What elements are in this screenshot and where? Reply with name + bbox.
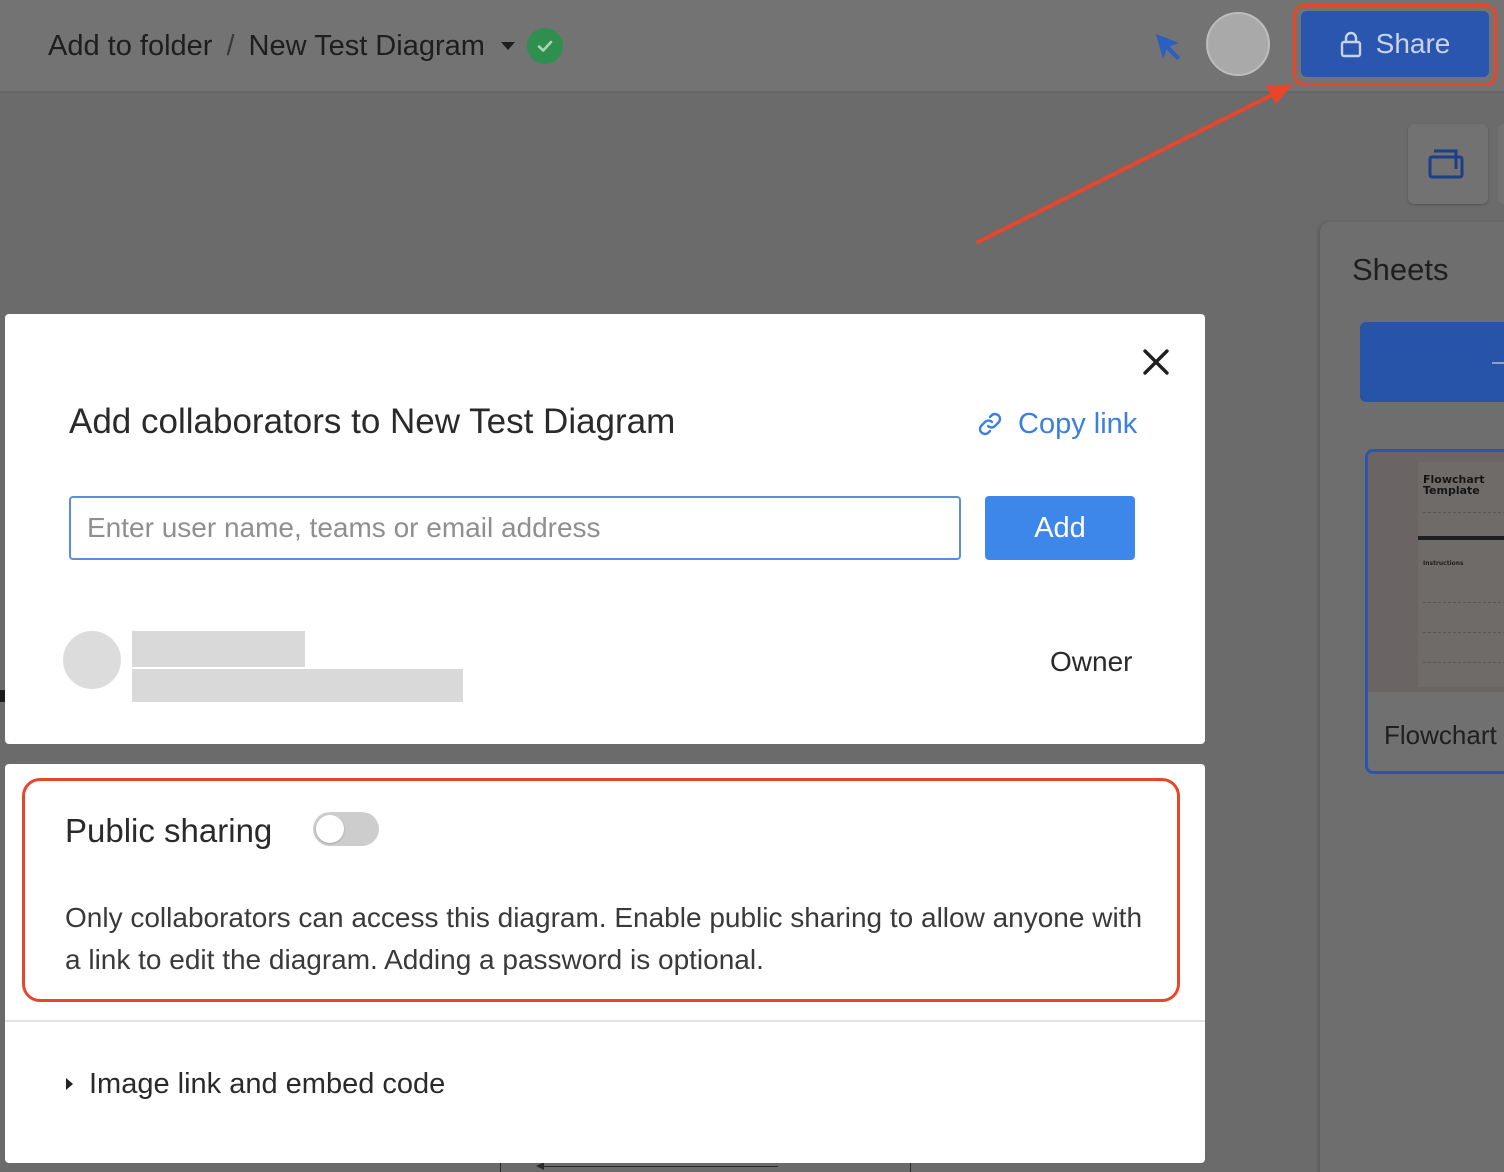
dialog-gap xyxy=(5,744,1205,764)
collaborator-name-redacted xyxy=(132,631,305,667)
public-sharing-toggle[interactable] xyxy=(313,812,379,846)
toggle-knob xyxy=(316,815,344,843)
collaborator-avatar xyxy=(63,631,121,689)
top-bar: Add to folder / New Test Diagram Share xyxy=(0,0,1504,93)
divider xyxy=(5,1020,1205,1022)
collaborator-email-redacted xyxy=(132,669,463,702)
canvas-connector xyxy=(910,1163,911,1172)
user-avatar[interactable] xyxy=(1206,12,1270,76)
close-icon xyxy=(1143,349,1169,375)
public-sharing-description: Only collaborators can access this diagr… xyxy=(65,902,1143,975)
caret-right-icon xyxy=(66,1078,73,1090)
sheet-thumbnail[interactable]: Flowchart Template Instructions Flowchart xyxy=(1365,449,1504,774)
canvas-connector xyxy=(500,1163,501,1172)
canvas-arrow xyxy=(540,1166,778,1167)
share-annotation-highlight xyxy=(1293,4,1497,86)
document-title[interactable]: New Test Diagram xyxy=(249,30,485,63)
breadcrumb: Add to folder / New Test Diagram xyxy=(48,28,563,64)
panel-tab[interactable] xyxy=(1498,124,1504,204)
image-link-embed-expander[interactable]: Image link and embed code xyxy=(66,1066,445,1102)
add-collaborator-button[interactable]: Add xyxy=(985,496,1135,560)
copy-link-label: Copy link xyxy=(1018,407,1138,440)
copy-link-button[interactable]: Copy link xyxy=(976,404,1137,444)
collaborator-role: Owner xyxy=(1050,646,1133,677)
sheets-title: Sheets xyxy=(1352,252,1449,287)
breadcrumb-separator: / xyxy=(226,29,235,62)
chevron-down-icon[interactable] xyxy=(500,42,515,50)
pages-icon xyxy=(1428,149,1464,179)
close-button[interactable] xyxy=(1136,342,1176,382)
image-link-embed-label: Image link and embed code xyxy=(89,1067,446,1100)
template-preview: Flowchart Template Instructions xyxy=(1418,462,1504,687)
sheet-preview: Flowchart Template Instructions xyxy=(1368,452,1504,692)
plus-icon xyxy=(1492,362,1504,364)
public-sharing-label: Public sharing xyxy=(65,812,273,849)
dialog-title: Add collaborators to New Test Diagram xyxy=(69,402,676,441)
saved-check-icon xyxy=(526,28,563,64)
collaborator-search-input[interactable] xyxy=(69,496,961,560)
cursor-pointer-icon xyxy=(1156,34,1180,60)
canvas-arrow-head xyxy=(536,1162,544,1170)
breadcrumb-add-to-folder[interactable]: Add to folder xyxy=(48,30,212,63)
sheet-thumbnail-label: Flowchart xyxy=(1384,720,1497,750)
link-icon xyxy=(978,412,1002,436)
add-sheet-button[interactable] xyxy=(1360,322,1504,402)
pages-panel-button[interactable] xyxy=(1408,124,1488,204)
